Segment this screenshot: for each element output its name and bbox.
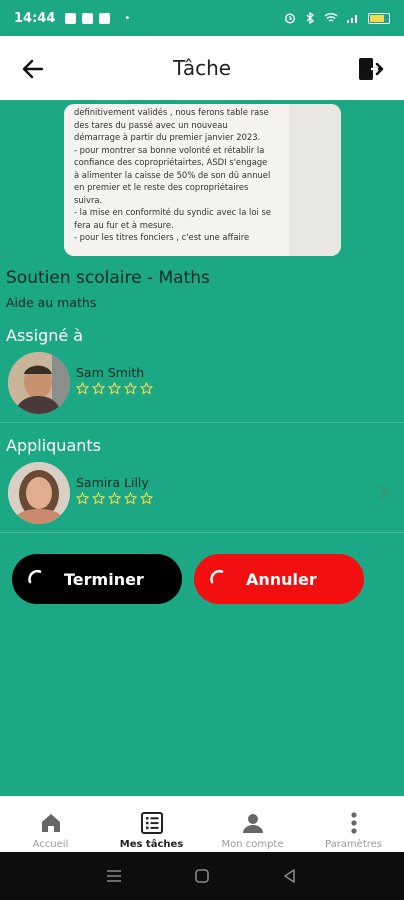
back-triangle-icon[interactable] — [280, 866, 300, 886]
recent-apps-icon[interactable] — [104, 866, 124, 886]
person-name: Sam Smith — [76, 365, 145, 380]
signal-icon — [347, 15, 357, 23]
notification-icon — [65, 12, 77, 24]
logout-icon — [359, 58, 384, 80]
system-status-icons — [284, 12, 390, 24]
nav-item-label: Mes tâches — [119, 839, 184, 850]
star-outline-icon — [140, 492, 153, 505]
assigned-section-title: Assigné à — [6, 326, 84, 345]
cancel-button-label: Annuler — [246, 569, 317, 589]
status-dot: • — [124, 12, 131, 24]
document-text: definitivement validés , nous ferons tab… — [74, 107, 271, 242]
loading-spinner-icon — [28, 569, 42, 584]
task-description: Aide au maths — [6, 295, 97, 310]
bluetooth-icon — [306, 12, 315, 24]
wifi-icon — [324, 13, 338, 22]
notification-icons — [65, 12, 111, 24]
loading-spinner-icon — [210, 569, 224, 584]
finish-button[interactable]: Terminer — [12, 554, 182, 604]
app-bar: Tâche — [0, 36, 404, 100]
star-outline-icon — [76, 492, 89, 505]
rating-stars — [76, 492, 153, 505]
cancel-button[interactable]: Annuler — [194, 554, 364, 604]
applicants-section-title: Appliquants — [6, 436, 101, 455]
star-outline-icon — [92, 492, 105, 505]
arrow-left-icon — [22, 59, 44, 79]
user-photo — [8, 352, 70, 414]
assigned-person-row[interactable]: Sam Smith — [0, 344, 404, 424]
star-outline-icon — [124, 492, 137, 505]
nav-item-label: Accueil — [32, 839, 69, 850]
finish-button-label: Terminer — [64, 569, 144, 589]
document-background — [289, 104, 341, 256]
tasks-icon — [140, 812, 163, 834]
nav-item-home[interactable]: Accueil — [0, 796, 101, 852]
notification-icon — [99, 12, 111, 24]
nav-item-my-tasks[interactable]: Mes tâches — [101, 796, 202, 852]
back-button[interactable] — [18, 54, 48, 84]
logout-button[interactable] — [356, 54, 386, 84]
star-outline-icon — [92, 382, 105, 395]
status-bar: 14:44 • — [0, 0, 404, 36]
divider — [0, 532, 404, 533]
star-outline-icon — [108, 492, 121, 505]
bottom-navigation: Accueil Mes tâches Mon compte Paramètres — [0, 796, 404, 852]
person-name: Samira Lilly — [76, 475, 149, 490]
star-outline-icon — [140, 382, 153, 395]
account-icon — [242, 814, 263, 833]
nav-item-account[interactable]: Mon compte — [202, 796, 303, 852]
star-outline-icon — [76, 382, 89, 395]
system-navigation-bar — [0, 852, 404, 900]
nav-item-settings[interactable]: Paramètres — [303, 796, 404, 852]
rating-stars — [76, 382, 153, 395]
divider — [0, 422, 404, 423]
nav-item-label: Paramètres — [324, 839, 383, 850]
page-title: Tâche — [172, 56, 232, 80]
star-outline-icon — [108, 382, 121, 395]
task-image[interactable]: definitivement validés , nous ferons tab… — [64, 104, 341, 256]
avatar — [8, 352, 70, 414]
chevron-right-icon[interactable] — [378, 484, 390, 500]
task-title: Soutien scolaire - Maths — [6, 268, 210, 288]
avatar — [8, 462, 70, 524]
home-icon — [41, 814, 60, 832]
battery-icon — [368, 12, 390, 24]
alarm-icon — [284, 13, 296, 24]
user-photo — [8, 462, 70, 524]
star-outline-icon — [124, 382, 137, 395]
home-button-icon[interactable] — [192, 866, 212, 886]
status-time: 14:44 — [14, 10, 56, 26]
notification-icon — [82, 12, 94, 24]
nav-item-label: Mon compte — [221, 839, 284, 850]
more-vertical-icon — [350, 812, 357, 834]
applicant-row[interactable]: Samira Lilly — [0, 454, 404, 534]
